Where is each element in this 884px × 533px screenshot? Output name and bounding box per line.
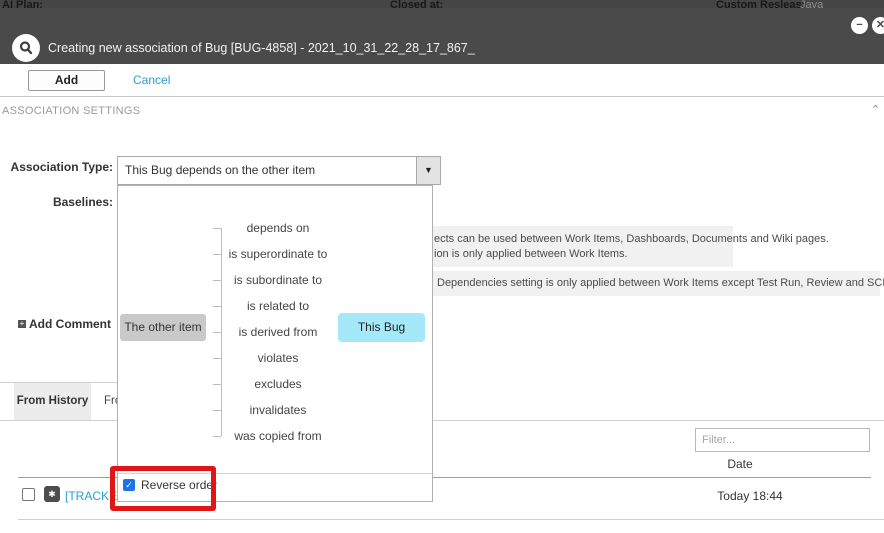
date-column-header: Date xyxy=(660,457,820,471)
bg-fragment-right-value: Java xyxy=(800,0,823,8)
dialog-toolbar: Add Cancel xyxy=(0,64,884,97)
page: AI Plan: Closed at: Custom Resleas: Java… xyxy=(0,0,884,533)
this-bug-button[interactable]: This Bug xyxy=(338,313,425,342)
add-comment-button[interactable]: + Add Comment xyxy=(18,317,111,331)
option-was-copied-from[interactable]: was copied from xyxy=(213,423,343,449)
bug-item-icon: ✱ xyxy=(44,486,60,502)
option-invalidates[interactable]: invalidates xyxy=(213,397,343,423)
option-violates[interactable]: violates xyxy=(213,345,343,371)
bg-fragment-left: AI Plan: xyxy=(2,0,43,8)
row-checkbox[interactable] xyxy=(22,488,35,501)
option-is-superordinate-to[interactable]: is superordinate to xyxy=(213,241,343,267)
background-page-strip: AI Plan: Closed at: Custom Resleas: Java xyxy=(0,0,884,8)
minimize-icon[interactable]: − xyxy=(851,17,868,34)
option-is-derived-from[interactable]: is derived from xyxy=(213,319,343,345)
info-box-links-line2: ion is only applied between Work Items. xyxy=(434,247,733,262)
info-box-links: ects can be used between Work Items, Das… xyxy=(420,226,733,267)
select-arrow-icon[interactable]: ▼ xyxy=(416,157,440,184)
filter-input[interactable] xyxy=(695,428,870,452)
row-date: Today 18:44 xyxy=(670,489,830,503)
option-depends-on[interactable]: depends on xyxy=(213,215,343,241)
association-type-dropdown-panel: depends on is superordinate to is subord… xyxy=(117,185,433,502)
section-title: ASSOCIATION SETTINGS xyxy=(2,105,140,117)
search-icon xyxy=(12,34,40,62)
plus-icon: + xyxy=(18,320,26,328)
tab-from-history[interactable]: From History xyxy=(14,383,91,420)
red-highlight-box xyxy=(110,466,216,511)
association-type-label: Association Type: xyxy=(0,160,113,174)
bg-fragment-center: Closed at: xyxy=(390,0,443,8)
info-box-dependencies-line1: Dependencies setting is only applied bet… xyxy=(437,271,880,296)
add-comment-label: Add Comment xyxy=(29,317,111,331)
option-is-related-to[interactable]: is related to xyxy=(213,293,343,319)
baselines-label: Baselines: xyxy=(0,195,113,209)
info-box-dependencies: Dependencies setting is only applied bet… xyxy=(420,271,880,296)
option-is-subordinate-to[interactable]: is subordinate to xyxy=(213,267,343,293)
dialog-title: Creating new association of Bug [BUG-485… xyxy=(48,41,475,55)
cancel-link[interactable]: Cancel xyxy=(133,73,170,87)
bg-fragment-right-label: Custom Resleas: xyxy=(716,0,805,8)
option-excludes[interactable]: excludes xyxy=(213,371,343,397)
the-other-item-button[interactable]: The other item xyxy=(120,314,206,341)
add-button[interactable]: Add xyxy=(28,70,105,91)
close-icon[interactable]: ✕ xyxy=(872,17,884,34)
dialog-header: Creating new association of Bug [BUG-485… xyxy=(0,8,884,64)
association-type-select[interactable]: This Bug depends on the other item ▼ xyxy=(117,156,441,185)
collapse-chevron-icon[interactable]: ⌃ xyxy=(871,103,880,116)
table-row-divider xyxy=(18,519,884,520)
association-type-value: This Bug depends on the other item xyxy=(125,157,315,184)
info-box-links-line1: ects can be used between Work Items, Das… xyxy=(434,232,733,247)
